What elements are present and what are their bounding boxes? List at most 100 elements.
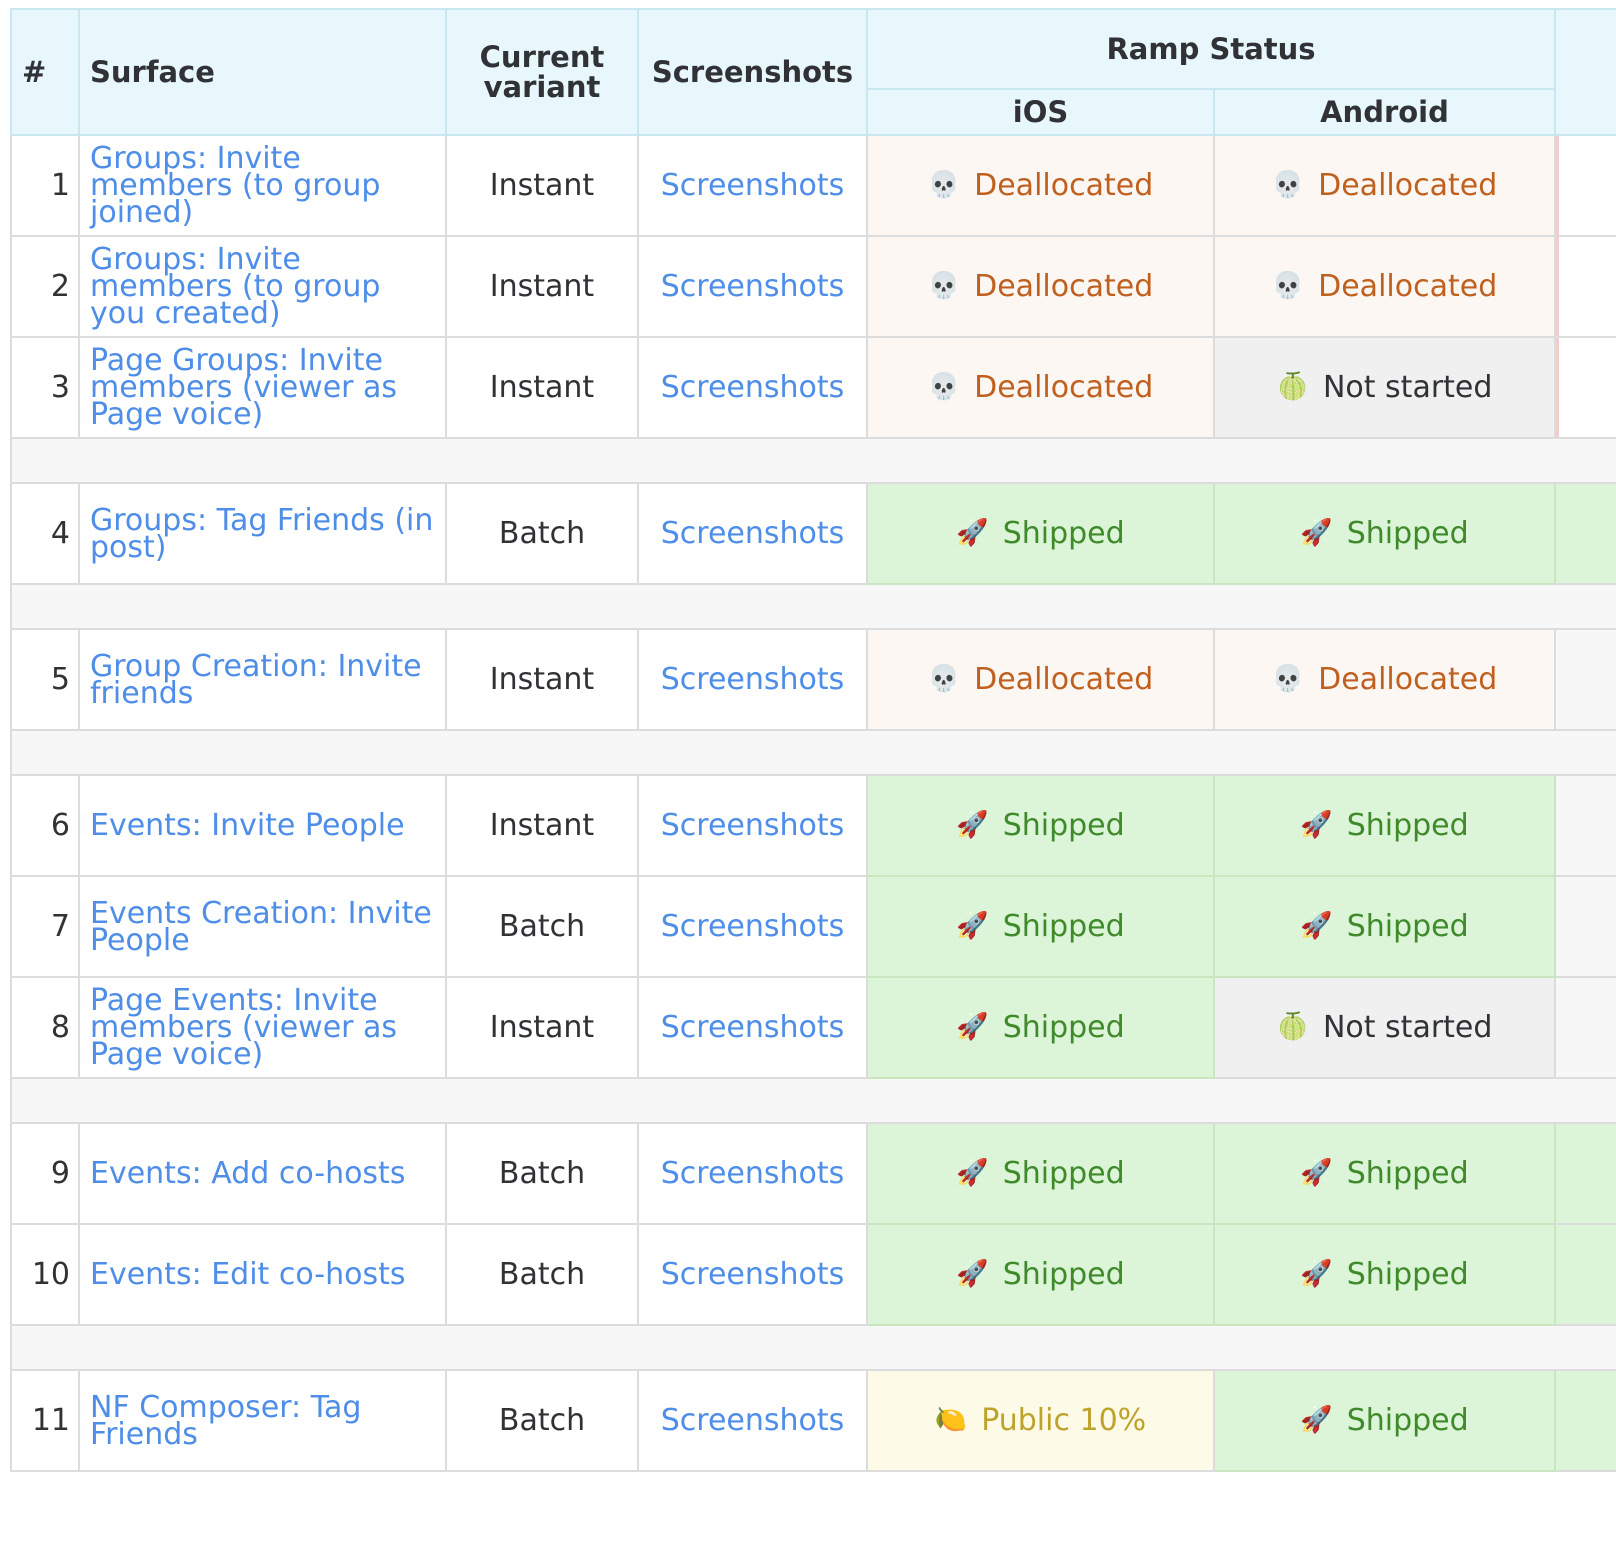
ios-status: 💀 Deallocated — [866, 134, 1215, 237]
ios-status-label: Deallocated — [974, 370, 1154, 405]
android-status: 🚀 Shipped — [1213, 1223, 1556, 1326]
group-separator — [10, 729, 1616, 776]
row-edge-cell — [1554, 336, 1616, 439]
screenshots-link[interactable]: Screenshots — [637, 976, 868, 1079]
android-status: 🚀 Shipped — [1213, 774, 1556, 877]
header-edge — [1554, 8, 1616, 136]
table-row: 8 Page Events: Invite members (viewer as … — [10, 976, 1616, 1079]
screenshots-link[interactable]: Screenshots — [637, 482, 868, 585]
ios-status-label: Shipped — [1002, 1257, 1125, 1292]
ios-status-icon: 🍋 — [934, 1405, 968, 1435]
ios-status-icon: 💀 — [927, 271, 961, 301]
ios-status-icon: 🚀 — [956, 1259, 989, 1289]
table-row: 3 Page Groups: Invite members (viewer as … — [10, 336, 1616, 439]
ios-status-icon: 💀 — [927, 372, 961, 402]
ios-status: 💀 Deallocated — [866, 628, 1215, 731]
android-status-icon: 🚀 — [1300, 1259, 1333, 1289]
android-status-icon: 🚀 — [1300, 1405, 1333, 1435]
android-status: 🚀 Shipped — [1213, 1122, 1556, 1225]
android-status: 🚀 Shipped — [1213, 1369, 1556, 1472]
row-number: 6 — [10, 774, 80, 877]
table-row: 10 Events: Edit co-hosts Batch Screenshots 🚀… — [10, 1223, 1616, 1326]
android-status: 🍈 Not started — [1213, 336, 1556, 439]
screenshots-link[interactable]: Screenshots — [637, 875, 868, 978]
current-variant: Batch — [445, 1369, 639, 1472]
table-row: 2 Groups: Invite members (to group you cr… — [10, 235, 1616, 338]
row-number: 2 — [10, 235, 80, 338]
surface-link[interactable]: Page Groups: Invite members (viewer as P… — [78, 336, 447, 439]
ios-status: 🚀 Shipped — [866, 1223, 1215, 1326]
android-status-label: Not started — [1322, 370, 1493, 405]
ramp-status-table-container: # Surface Current variant Screenshots Ra… — [10, 8, 1616, 1472]
row-edge-cell — [1554, 774, 1616, 877]
ios-status: 💀 Deallocated — [866, 336, 1215, 439]
screenshots-link[interactable]: Screenshots — [637, 134, 868, 237]
current-variant: Batch — [445, 1122, 639, 1225]
ios-status: 🚀 Shipped — [866, 976, 1215, 1079]
surface-link[interactable]: Page Events: Invite members (viewer as P… — [78, 976, 447, 1079]
surface-link[interactable]: Events: Edit co-hosts — [78, 1223, 447, 1326]
surface-link[interactable]: Groups: Invite members (to group joined) — [78, 134, 447, 237]
android-status: 🚀 Shipped — [1213, 482, 1556, 585]
ios-status: 🚀 Shipped — [866, 1122, 1215, 1225]
ios-status-icon: 🚀 — [956, 1012, 989, 1042]
ios-status-icon: 🚀 — [956, 810, 989, 840]
ios-status-label: Shipped — [1002, 1156, 1125, 1191]
surface-link[interactable]: Events: Add co-hosts — [78, 1122, 447, 1225]
table-row: 1 Groups: Invite members (to group joined… — [10, 134, 1616, 237]
screenshots-link[interactable]: Screenshots — [637, 774, 868, 877]
android-status-label: Shipped — [1346, 1403, 1469, 1438]
current-variant: Batch — [445, 1223, 639, 1326]
current-variant: Instant — [445, 976, 639, 1079]
row-number: 7 — [10, 875, 80, 978]
surface-link[interactable]: NF Composer: Tag Friends — [78, 1369, 447, 1472]
android-status: 🚀 Shipped — [1213, 875, 1556, 978]
ios-status-label: Deallocated — [974, 168, 1154, 203]
group-separator — [10, 583, 1616, 630]
row-edge-cell — [1554, 134, 1616, 237]
surface-link[interactable]: Events Creation: Invite People — [78, 875, 447, 978]
current-variant: Instant — [445, 336, 639, 439]
header-surface: Surface — [78, 8, 447, 136]
table-body: 1 Groups: Invite members (to group joined… — [10, 134, 1616, 1472]
ios-status-label: Shipped — [1002, 516, 1125, 551]
current-variant: Batch — [445, 875, 639, 978]
android-status-label: Deallocated — [1318, 269, 1498, 304]
row-edge-cell — [1554, 235, 1616, 338]
screenshots-link[interactable]: Screenshots — [637, 1369, 868, 1472]
android-status-label: Shipped — [1346, 516, 1469, 551]
ios-status-icon: 🚀 — [956, 518, 989, 548]
header-screenshots: Screenshots — [637, 8, 868, 136]
current-variant: Instant — [445, 235, 639, 338]
surface-link[interactable]: Group Creation: Invite friends — [78, 628, 447, 731]
table-row: 4 Groups: Tag Friends (in post) Batch Scree… — [10, 482, 1616, 585]
row-edge-cell — [1554, 1122, 1616, 1225]
android-status: 💀 Deallocated — [1213, 628, 1556, 731]
group-separator — [10, 437, 1616, 484]
android-status: 💀 Deallocated — [1213, 235, 1556, 338]
surface-link[interactable]: Events: Invite People — [78, 774, 447, 877]
screenshots-link[interactable]: Screenshots — [637, 1223, 868, 1326]
row-edge-cell — [1554, 628, 1616, 731]
android-status-label: Shipped — [1346, 909, 1469, 944]
screenshots-link[interactable]: Screenshots — [637, 336, 868, 439]
android-status-label: Shipped — [1346, 1156, 1469, 1191]
group-separator — [10, 1324, 1616, 1371]
row-number: 9 — [10, 1122, 80, 1225]
screenshots-link[interactable]: Screenshots — [637, 628, 868, 731]
ios-status-label: Deallocated — [974, 662, 1154, 697]
ios-status: 🍋 Public 10% — [866, 1369, 1215, 1472]
android-status-icon: 💀 — [1271, 664, 1305, 694]
row-edge-cell — [1554, 482, 1616, 585]
ios-status-icon: 💀 — [927, 664, 961, 694]
ios-status-icon: 🚀 — [956, 1158, 989, 1188]
group-separator-row — [10, 1077, 1616, 1124]
group-separator-row — [10, 583, 1616, 630]
surface-link[interactable]: Groups: Tag Friends (in post) — [78, 482, 447, 585]
table-row: 5 Group Creation: Invite friends Instant Sc… — [10, 628, 1616, 731]
surface-link[interactable]: Groups: Invite members (to group you cre… — [78, 235, 447, 338]
screenshots-link[interactable]: Screenshots — [637, 235, 868, 338]
screenshots-link[interactable]: Screenshots — [637, 1122, 868, 1225]
header-number: # — [10, 8, 80, 136]
android-status-icon: 🍈 — [1276, 1012, 1309, 1042]
